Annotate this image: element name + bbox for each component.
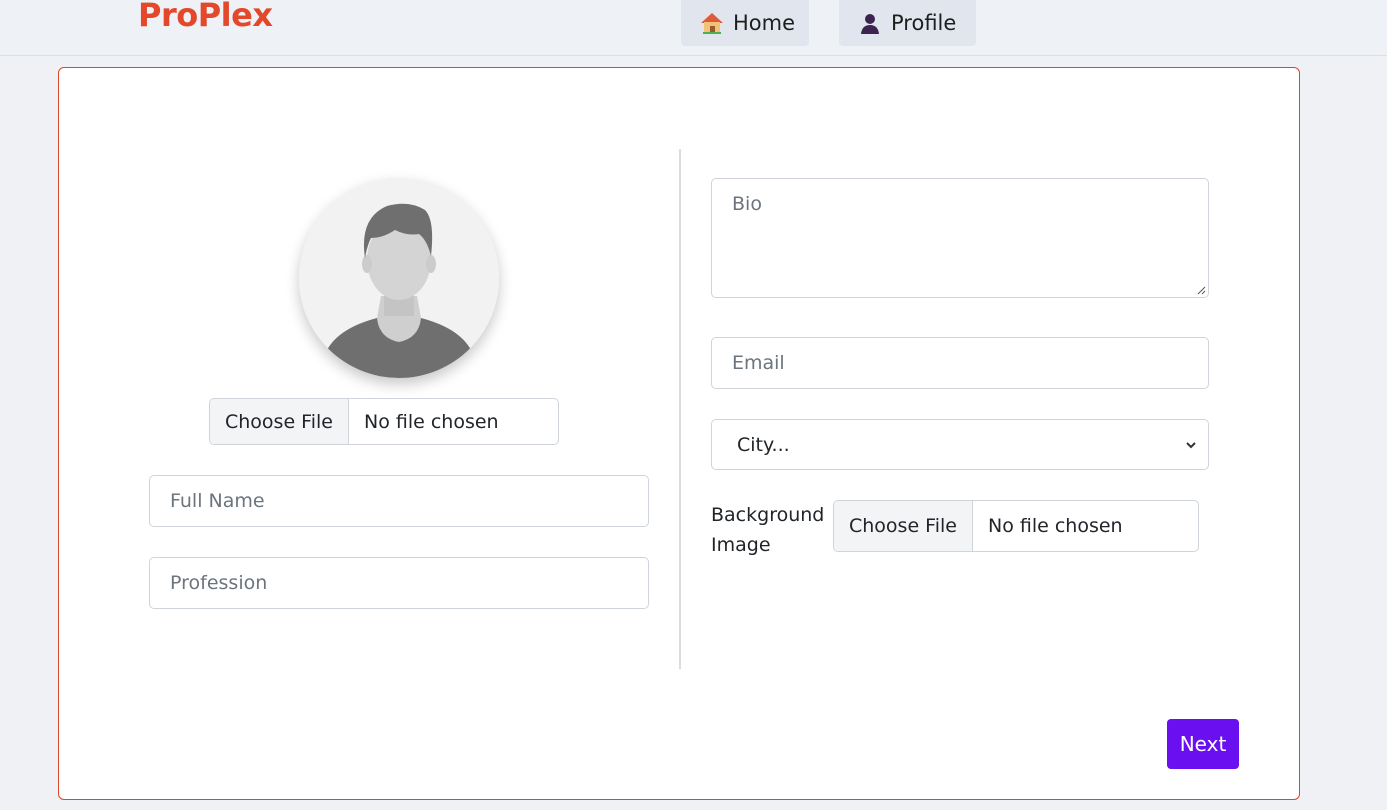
background-image-label: Background Image — [711, 504, 825, 556]
email-input[interactable]: Email — [711, 337, 1209, 389]
navbar: ProPlex Home Profile — [0, 0, 1387, 56]
brand-logo[interactable]: ProPlex — [138, 0, 273, 34]
chevron-down-icon — [1186, 441, 1196, 448]
home-icon — [699, 11, 725, 35]
full-name-input[interactable]: Full Name — [149, 475, 649, 527]
city-select[interactable]: City... — [711, 419, 1209, 470]
avatar-choose-file-button[interactable]: Choose File — [210, 399, 349, 444]
default-avatar-icon — [299, 178, 499, 378]
city-select-value: City... — [737, 433, 790, 456]
background-file-input[interactable]: Choose File No file chosen — [833, 500, 1199, 552]
column-divider — [679, 149, 681, 669]
nav-profile-label: Profile — [891, 11, 957, 35]
background-file-status: No file chosen — [987, 515, 1123, 537]
profile-form-card: Choose File No file chosen Full Name Pro… — [58, 67, 1300, 800]
nav-home-button[interactable]: Home — [681, 0, 809, 46]
next-button[interactable]: Next — [1167, 719, 1239, 769]
resize-handle-icon[interactable] — [1196, 285, 1206, 295]
background-choose-file-button[interactable]: Choose File — [834, 501, 973, 551]
nav-home-label: Home — [732, 11, 795, 35]
profession-input[interactable]: Profession — [149, 557, 649, 609]
user-icon — [857, 11, 883, 35]
avatar-file-input[interactable]: Choose File No file chosen — [209, 398, 559, 445]
avatar-file-status: No file chosen — [363, 410, 499, 433]
bio-textarea[interactable]: Bio — [711, 178, 1209, 298]
avatar-placeholder — [299, 178, 499, 378]
bio-placeholder: Bio — [732, 193, 762, 215]
nav-profile-button[interactable]: Profile — [839, 0, 976, 46]
